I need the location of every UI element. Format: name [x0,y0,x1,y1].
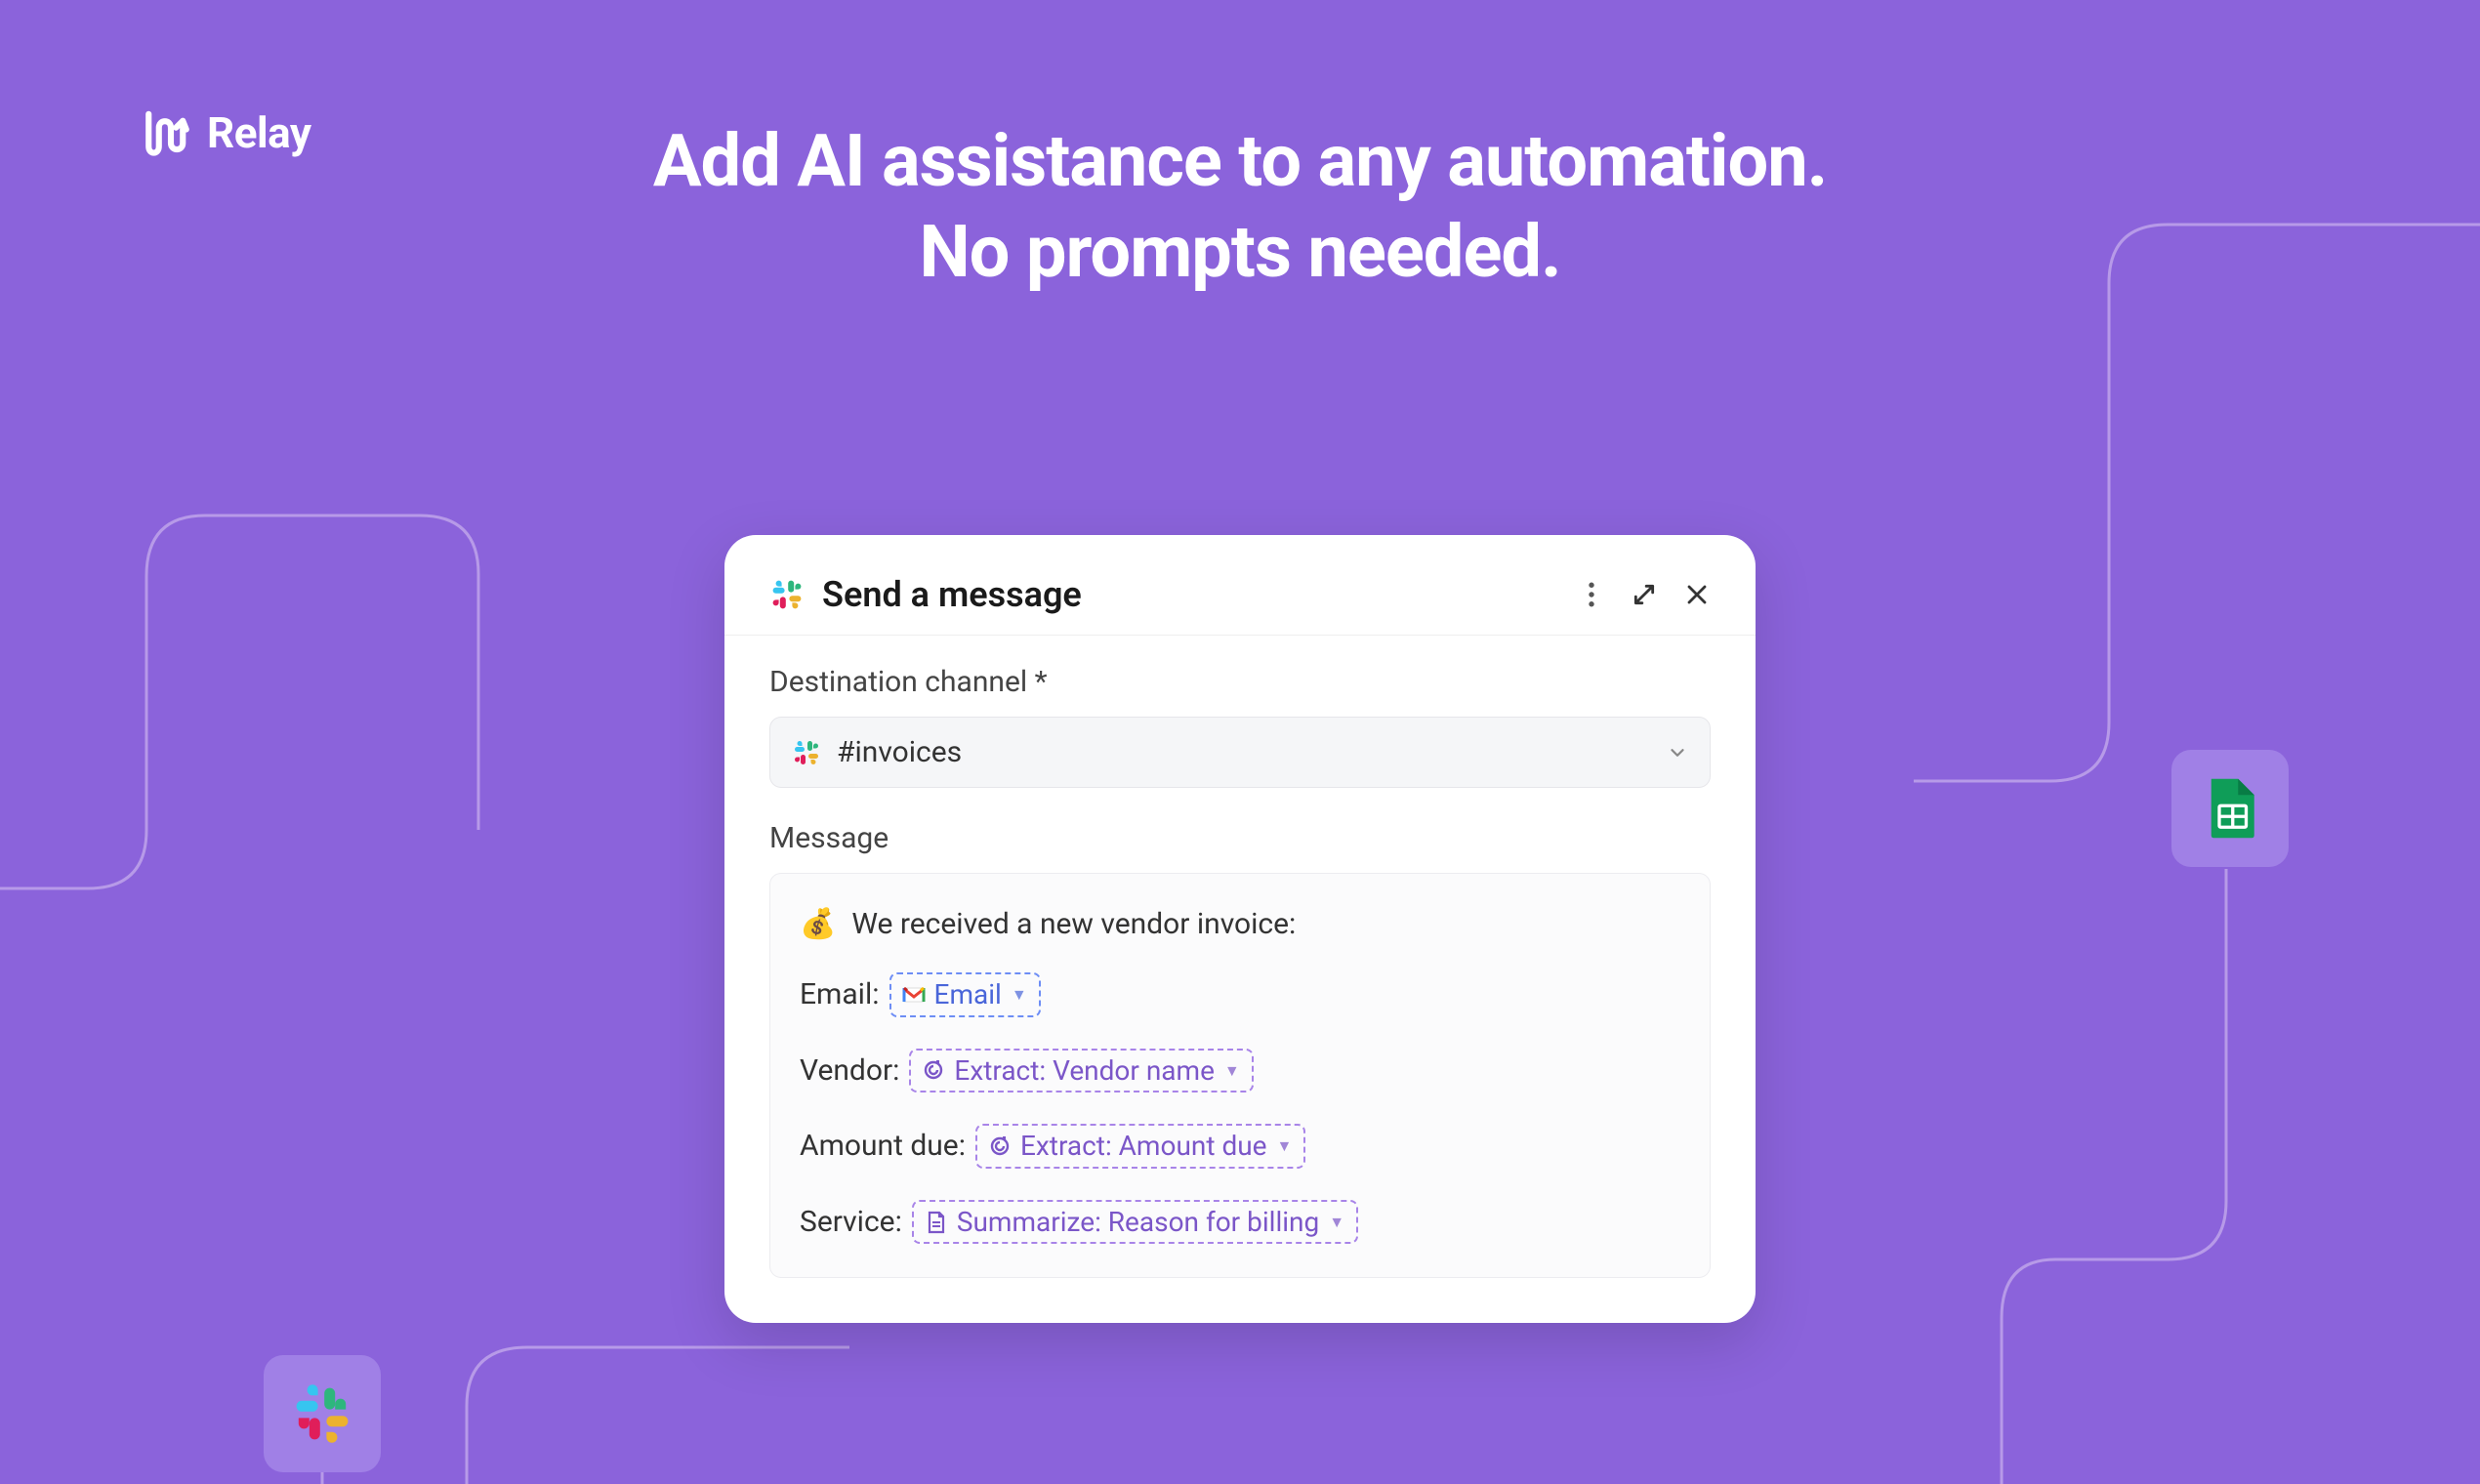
chevron-down-icon: ▼ [1012,985,1027,1004]
destination-channel-value: #invoices [837,735,962,769]
headline-line-2: No prompts needed. [410,208,2070,299]
service-field-label: Service: [800,1205,902,1239]
message-intro-line: 💰 We received a new vendor invoice: [800,907,1680,941]
expand-icon [1632,582,1657,607]
amount-extract-chip[interactable]: Extract: Amount due ▼ [975,1124,1305,1169]
amount-chip-text: Extract: Amount due [1020,1130,1267,1163]
service-chip-text: Summarize: Reason for billing [957,1206,1319,1239]
amount-field-label: Amount due: [800,1129,966,1163]
moneybag-icon: 💰 [800,907,836,941]
relay-icon [137,105,191,160]
card-title: Send a message [822,574,1082,615]
chevron-down-icon: ▼ [1277,1136,1293,1155]
brand-name: Relay [207,107,310,158]
message-intro-text: We received a new vendor invoice: [851,907,1296,941]
slack-icon [769,577,805,612]
close-button[interactable] [1683,581,1711,608]
message-label: Message [769,821,1711,855]
slack-badge [264,1355,381,1472]
ai-summarize-icon [924,1210,949,1235]
google-sheets-badge [2171,750,2289,867]
destination-channel-select[interactable]: #invoices [769,717,1711,788]
message-editor[interactable]: 💰 We received a new vendor invoice: Emai… [769,873,1711,1278]
divider [724,635,1756,636]
email-chip-text: Email [934,978,1002,1011]
slack-icon [290,1381,354,1446]
vendor-chip-text: Extract: Vendor name [954,1054,1215,1088]
chevron-down-icon [1667,742,1688,763]
gmail-icon [901,982,927,1008]
vendor-field-label: Vendor: [800,1053,899,1088]
destination-channel-label: Destination channel * [769,665,1711,699]
card-header: Send a message [769,574,1711,615]
close-icon [1685,583,1709,606]
slack-icon [792,738,821,767]
headline: Add AI assistance to any automation. No … [410,117,2070,298]
ai-extract-icon [921,1057,946,1083]
chevron-down-icon: ▼ [1224,1061,1240,1080]
send-message-card: Send a message Destination channel * [724,535,1756,1323]
more-menu-button[interactable] [1578,581,1605,608]
email-field-label: Email: [800,977,880,1011]
chevron-down-icon: ▼ [1329,1213,1344,1231]
headline-line-1: Add AI assistance to any automation. [410,117,2070,208]
expand-button[interactable] [1631,581,1658,608]
vendor-extract-chip[interactable]: Extract: Vendor name ▼ [909,1049,1253,1093]
service-summarize-chip[interactable]: Summarize: Reason for billing ▼ [912,1200,1358,1245]
more-vertical-icon [1588,582,1595,607]
email-variable-chip[interactable]: Email ▼ [889,972,1041,1017]
google-sheets-icon [2198,776,2262,841]
ai-extract-icon [987,1134,1013,1159]
brand-logo: Relay [137,105,310,160]
